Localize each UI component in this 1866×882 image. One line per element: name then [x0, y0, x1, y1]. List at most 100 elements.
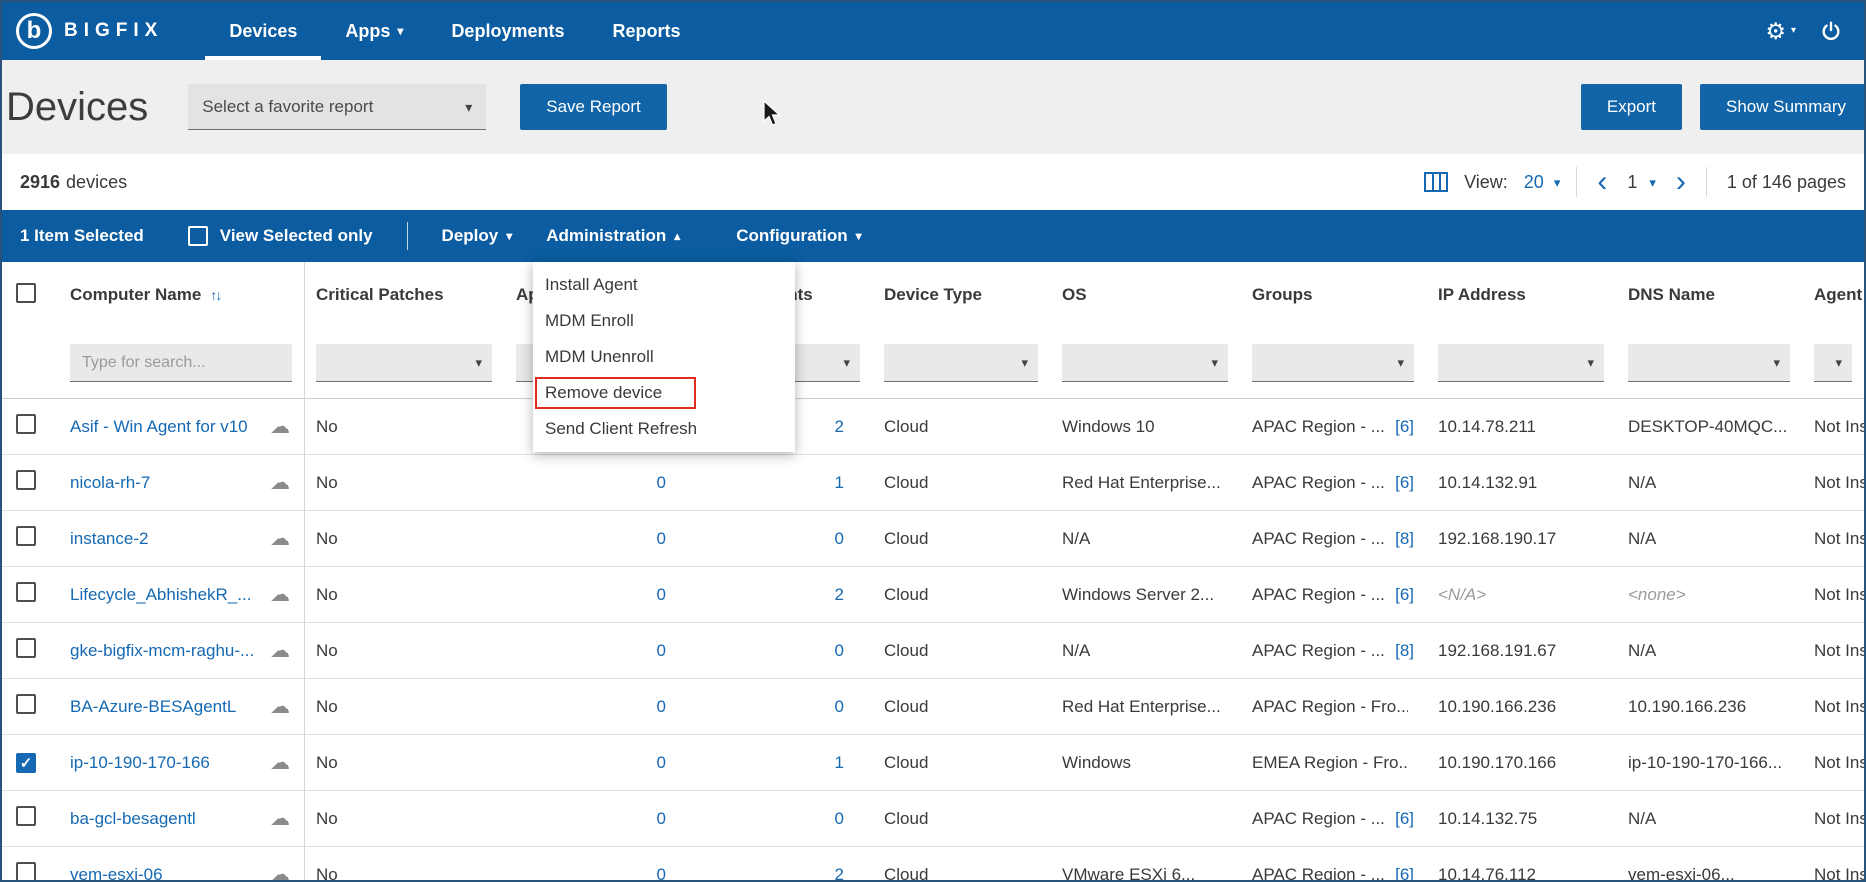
view-selected-checkbox[interactable] — [188, 226, 208, 246]
remove-device-highlight-box: Remove device — [535, 377, 696, 409]
table-row[interactable]: ba-gcl-besagentl ☁ No 0 0 Cloud APAC Reg… — [2, 791, 1864, 847]
applicable-patches-link[interactable]: 0 — [657, 585, 666, 605]
groups-filter-select[interactable]: ▾ — [1252, 344, 1414, 382]
settings-gear-button[interactable]: ⚙ ▾ — [1765, 20, 1796, 43]
row-checkbox[interactable] — [16, 414, 36, 434]
table-row[interactable]: BA-Azure-BESAgentL ☁ No 0 0 Cloud Red Ha… — [2, 679, 1864, 735]
row-checkbox[interactable] — [16, 470, 36, 490]
column-header-os[interactable]: OS — [1050, 285, 1240, 305]
menu-item-remove-device[interactable]: Remove device — [533, 375, 795, 411]
ip-address-filter-select[interactable]: ▾ — [1438, 344, 1604, 382]
next-page-button[interactable]: › — [1672, 167, 1690, 197]
group-count-link[interactable]: [8] — [1395, 641, 1414, 661]
logout-power-button[interactable] — [1820, 20, 1842, 42]
menu-item-send-client-refresh[interactable]: Send Client Refresh — [533, 411, 795, 447]
group-count-link[interactable]: [8] — [1395, 529, 1414, 549]
page-size-select[interactable]: 20 ▾ — [1524, 172, 1561, 193]
menu-item-install-agent[interactable]: Install Agent — [533, 267, 795, 303]
select-all-checkbox[interactable] — [16, 283, 36, 303]
deploy-menu-button[interactable]: Deploy ▾ — [442, 226, 513, 246]
device-name-link[interactable]: gke-bigfix-mcm-raghu-... — [70, 641, 254, 661]
group-count-link[interactable]: [6] — [1395, 585, 1414, 605]
divider — [1706, 167, 1707, 197]
row-checkbox[interactable] — [16, 694, 36, 714]
nav-label: Reports — [612, 21, 680, 42]
table-row[interactable]: nicola-rh-7 ☁ No 0 1 Cloud Red Hat Enter… — [2, 455, 1864, 511]
computer-name-search-input[interactable] — [70, 344, 292, 382]
os-filter-select[interactable]: ▾ — [1062, 344, 1228, 382]
device-name-link[interactable]: BA-Azure-BESAgentL — [70, 697, 236, 717]
applicable-patches-link[interactable]: 0 — [657, 809, 666, 829]
applicable-patches-link[interactable]: 0 — [657, 865, 666, 882]
menu-item-mdm-unenroll[interactable]: MDM Unenroll — [533, 339, 795, 375]
device-name-link[interactable]: nicola-rh-7 — [70, 473, 150, 493]
applicable-patches-link[interactable]: 0 — [657, 753, 666, 773]
save-report-button[interactable]: Save Report — [520, 84, 667, 130]
critical-patches-filter-select[interactable]: ▾ — [316, 344, 492, 382]
applicable-patches-link[interactable]: 0 — [657, 641, 666, 661]
applicable-patches-link[interactable]: 0 — [657, 697, 666, 717]
previous-page-button[interactable]: ‹ — [1593, 167, 1611, 197]
deployments-link[interactable]: 0 — [835, 809, 844, 829]
group-count-link[interactable]: [6] — [1395, 473, 1414, 493]
device-name-link[interactable]: instance-2 — [70, 529, 148, 549]
nav-tab-reports[interactable]: Reports — [588, 2, 704, 60]
menu-item-mdm-enroll[interactable]: MDM Enroll — [533, 303, 795, 339]
column-header-computer-name[interactable]: Computer Name ↑↓ — [58, 285, 304, 305]
dns-cell: 10.190.166.236 — [1616, 697, 1802, 717]
favorite-report-select[interactable]: Select a favorite report ▾ — [188, 84, 486, 130]
deployments-link[interactable]: 1 — [835, 473, 844, 493]
deployments-link[interactable]: 2 — [835, 585, 844, 605]
deployments-link[interactable]: 0 — [835, 529, 844, 549]
show-summary-button[interactable]: Show Summary — [1700, 84, 1866, 130]
nav-tab-devices[interactable]: Devices — [205, 2, 321, 60]
device-name-link[interactable]: Lifecycle_AbhishekR_... — [70, 585, 251, 605]
device-name-link[interactable]: ba-gcl-besagentl — [70, 809, 196, 829]
dns-name-filter-select[interactable]: ▾ — [1628, 344, 1790, 382]
group-count-link[interactable]: [6] — [1395, 865, 1414, 882]
table-row[interactable]: gke-bigfix-mcm-raghu-... ☁ No 0 0 Cloud … — [2, 623, 1864, 679]
row-checkbox[interactable] — [16, 806, 36, 826]
device-name-link[interactable]: Asif - Win Agent for v10 — [70, 417, 248, 437]
table-row[interactable]: Asif - Win Agent for v10 ☁ No 0 2 Cloud … — [2, 399, 1864, 455]
group-count-link[interactable]: [6] — [1395, 809, 1414, 829]
table-row[interactable]: Lifecycle_AbhishekR_... ☁ No 0 2 Cloud W… — [2, 567, 1864, 623]
column-header-agent-status[interactable]: Agent Status — [1802, 285, 1864, 305]
deployments-link[interactable]: 2 — [835, 417, 844, 437]
group-name: APAC Region - ... — [1252, 641, 1385, 661]
column-header-dns-name[interactable]: DNS Name — [1616, 285, 1802, 305]
export-button[interactable]: Export — [1581, 84, 1682, 130]
table-row[interactable]: instance-2 ☁ No 0 0 Cloud N/A APAC Regio… — [2, 511, 1864, 567]
deployments-link[interactable]: 0 — [835, 641, 844, 661]
row-checkbox[interactable] — [16, 638, 36, 658]
configuration-menu-button[interactable]: Configuration ▾ — [736, 226, 861, 246]
row-checkbox[interactable] — [16, 526, 36, 546]
group-count-link[interactable]: [6] — [1395, 417, 1414, 437]
agent-status-filter-select[interactable]: ▾ — [1814, 344, 1852, 382]
device-type-filter-select[interactable]: ▾ — [884, 344, 1038, 382]
sort-icon[interactable]: ↑↓ — [210, 287, 220, 303]
ip-cell: 10.190.170.166 — [1426, 753, 1616, 773]
column-header-device-type[interactable]: Device Type — [872, 285, 1050, 305]
device-name-link[interactable]: ip-10-190-170-166 — [70, 753, 210, 773]
deployments-link[interactable]: 2 — [835, 865, 844, 882]
device-name-link[interactable]: vem-esxi-06 — [70, 865, 163, 882]
columns-icon[interactable] — [1424, 172, 1448, 192]
deployments-link[interactable]: 1 — [835, 753, 844, 773]
row-checkbox[interactable] — [16, 753, 36, 773]
column-header-groups[interactable]: Groups — [1240, 285, 1426, 305]
administration-menu-button[interactable]: Administration ▴ — [546, 226, 680, 246]
table-row[interactable]: ip-10-190-170-166 ☁ No 0 1 Cloud Windows… — [2, 735, 1864, 791]
applicable-patches-link[interactable]: 0 — [657, 473, 666, 493]
nav-tab-apps[interactable]: Apps ▾ — [321, 2, 427, 60]
chevron-down-icon: ▾ — [397, 25, 403, 37]
nav-tab-deployments[interactable]: Deployments — [427, 2, 588, 60]
page-number-select[interactable]: 1 ▾ — [1627, 172, 1656, 193]
column-header-ip-address[interactable]: IP Address — [1426, 285, 1616, 305]
row-checkbox[interactable] — [16, 862, 36, 882]
deployments-link[interactable]: 0 — [835, 697, 844, 717]
column-header-critical-patches[interactable]: Critical Patches — [304, 285, 504, 305]
applicable-patches-link[interactable]: 0 — [657, 529, 666, 549]
table-row[interactable]: vem-esxi-06 ☁ No 0 2 Cloud VMware ESXi 6… — [2, 847, 1864, 882]
row-checkbox[interactable] — [16, 582, 36, 602]
